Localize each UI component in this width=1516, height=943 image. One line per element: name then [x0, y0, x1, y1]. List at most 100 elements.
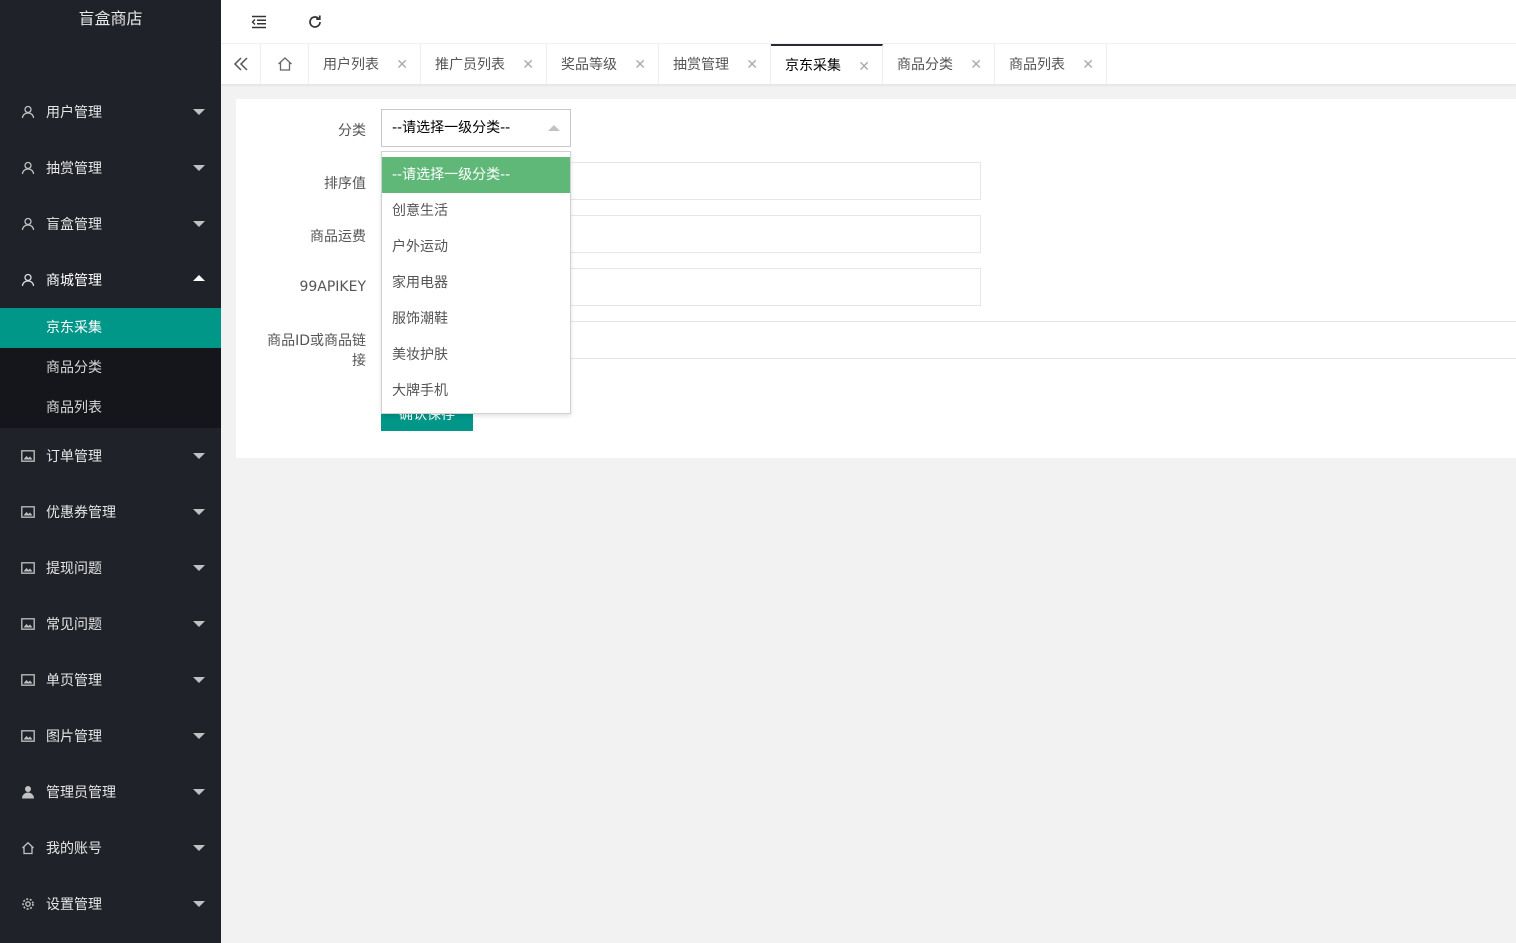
app-logo: 盲盒商店 — [0, 0, 221, 44]
close-icon[interactable]: ✕ — [396, 57, 408, 73]
sidebar-item-blindbox-management[interactable]: 盲盒管理 — [0, 196, 221, 252]
sidebar-item-label: 抽赏管理 — [46, 161, 102, 177]
sidebar-item-label: 商城管理 — [46, 273, 102, 289]
sidebar-item-label: 我的账号 — [46, 841, 102, 857]
tab-label: 用户列表 — [323, 57, 379, 73]
category-select-value: --请选择一级分类-- — [392, 120, 511, 136]
tab-jd-collect[interactable]: 京东采集 ✕ — [771, 44, 883, 84]
sidebar-item-page-management[interactable]: 单页管理 — [0, 652, 221, 708]
tab-home[interactable] — [261, 44, 309, 84]
dropdown-option[interactable]: 户外运动 — [382, 229, 570, 265]
tab-product-category[interactable]: 商品分类 ✕ — [883, 44, 995, 84]
home-icon — [277, 56, 293, 72]
sidebar-item-label: 设置管理 — [46, 897, 102, 913]
dropdown-option[interactable]: --请选择一级分类-- — [382, 157, 570, 193]
chevron-down-icon — [193, 509, 205, 515]
sidebar-item-label: 优惠券管理 — [46, 505, 116, 521]
chevron-up-icon — [193, 275, 205, 281]
tab-label: 抽赏管理 — [673, 57, 729, 73]
chevron-down-icon — [193, 221, 205, 227]
tab-label: 商品列表 — [1009, 57, 1065, 73]
tab-label: 京东采集 — [785, 58, 841, 74]
user-icon — [20, 272, 36, 288]
sidebar-item-lottery-management[interactable]: 抽赏管理 — [0, 140, 221, 196]
top-header — [221, 0, 1516, 44]
refresh-icon[interactable] — [303, 10, 327, 34]
sidebar-item-label: 订单管理 — [46, 449, 102, 465]
dropdown-option[interactable]: 大牌手机 — [382, 373, 570, 409]
close-icon[interactable]: ✕ — [858, 59, 870, 75]
picture-icon — [20, 616, 36, 632]
sidebar-item-label: 图片管理 — [46, 729, 102, 745]
sidebar-item-label: 提现问题 — [46, 561, 102, 577]
chevron-down-icon — [193, 565, 205, 571]
close-icon[interactable]: ✕ — [1082, 57, 1094, 73]
sidebar-item-coupon-management[interactable]: 优惠券管理 — [0, 484, 221, 540]
home-icon — [20, 840, 36, 856]
close-icon[interactable]: ✕ — [522, 57, 534, 73]
shipping-label: 商品运费 — [310, 229, 366, 245]
chevron-down-icon — [193, 733, 205, 739]
sidebar-item-label: 盲盒管理 — [46, 217, 102, 233]
chevron-down-icon — [193, 621, 205, 627]
dropdown-option[interactable]: 创意生活 — [382, 193, 570, 229]
product-link-label: 商品ID或商品链 接 — [236, 331, 366, 371]
close-icon[interactable]: ✕ — [746, 57, 758, 73]
sidebar-nav: 用户管理 抽赏管理 盲盒管理 商城管理 京东采集 商品分类 商品列表 订单管理 … — [0, 84, 221, 932]
sidebar: 盲盒商店 用户管理 抽赏管理 盲盒管理 商城管理 京东采集 商品分类 商品列表 … — [0, 0, 221, 943]
menu-collapse-icon[interactable] — [247, 10, 271, 34]
sidebar-item-user-management[interactable]: 用户管理 — [0, 84, 221, 140]
picture-icon — [20, 728, 36, 744]
chevron-down-icon — [193, 901, 205, 907]
category-label: 分类 — [338, 123, 366, 139]
chevron-down-icon — [193, 165, 205, 171]
sidebar-item-image-management[interactable]: 图片管理 — [0, 708, 221, 764]
sidebar-item-admin-management[interactable]: 管理员管理 — [0, 764, 221, 820]
dropdown-option[interactable]: 家用电器 — [382, 265, 570, 301]
sidebar-subitem-jd-collect[interactable]: 京东采集 — [0, 308, 221, 348]
sidebar-item-withdraw-issues[interactable]: 提现问题 — [0, 540, 221, 596]
product-link-label-line1: 商品ID或商品链 — [267, 333, 366, 349]
user-icon — [20, 160, 36, 176]
person-icon — [20, 784, 36, 800]
tab-label: 商品分类 — [897, 57, 953, 73]
user-icon — [20, 104, 36, 120]
tab-scroll-left-icon[interactable] — [221, 44, 261, 84]
sidebar-item-label: 管理员管理 — [46, 785, 116, 801]
tab-product-list[interactable]: 商品列表 ✕ — [995, 44, 1107, 84]
sidebar-item-label: 常见问题 — [46, 617, 102, 633]
tab-promoter-list[interactable]: 推广员列表 ✕ — [421, 44, 547, 84]
tab-user-list[interactable]: 用户列表 ✕ — [309, 44, 421, 84]
gear-icon — [20, 896, 36, 912]
picture-icon — [20, 504, 36, 520]
form-panel: 分类 --请选择一级分类-- 排序值 商品运费 99APIKEY 商品ID或商品… — [236, 99, 1516, 458]
picture-icon — [20, 672, 36, 688]
tab-lottery-management[interactable]: 抽赏管理 ✕ — [659, 44, 771, 84]
tab-label: 奖品等级 — [561, 57, 617, 73]
tab-bar: 用户列表 ✕ 推广员列表 ✕ 奖品等级 ✕ 抽赏管理 ✕ 京东采集 ✕ 商品分类… — [221, 44, 1516, 85]
sidebar-item-order-management[interactable]: 订单管理 — [0, 428, 221, 484]
chevron-up-icon — [548, 125, 560, 131]
picture-icon — [20, 560, 36, 576]
sidebar-submenu: 京东采集 商品分类 商品列表 — [0, 308, 221, 428]
dropdown-option[interactable]: 美妆护肤 — [382, 337, 570, 373]
close-icon[interactable]: ✕ — [970, 57, 982, 73]
apikey-label: 99APIKEY — [299, 279, 366, 295]
chevron-down-icon — [193, 109, 205, 115]
tab-prize-level[interactable]: 奖品等级 ✕ — [547, 44, 659, 84]
dropdown-option[interactable]: 服饰潮鞋 — [382, 301, 570, 337]
chevron-down-icon — [193, 453, 205, 459]
product-link-label-line2: 接 — [352, 353, 366, 369]
category-select[interactable]: --请选择一级分类-- — [381, 109, 571, 147]
tab-label: 推广员列表 — [435, 57, 505, 73]
sidebar-item-faq[interactable]: 常见问题 — [0, 596, 221, 652]
close-icon[interactable]: ✕ — [634, 57, 646, 73]
chevron-down-icon — [193, 845, 205, 851]
sidebar-item-mall-management[interactable]: 商城管理 — [0, 252, 221, 308]
chevron-down-icon — [193, 789, 205, 795]
sidebar-subitem-product-category[interactable]: 商品分类 — [0, 348, 221, 388]
sidebar-item-my-account[interactable]: 我的账号 — [0, 820, 221, 876]
sidebar-subitem-product-list[interactable]: 商品列表 — [0, 388, 221, 428]
category-dropdown: --请选择一级分类-- 创意生活 户外运动 家用电器 服饰潮鞋 美妆护肤 大牌手… — [381, 151, 571, 414]
sidebar-item-settings[interactable]: 设置管理 — [0, 876, 221, 932]
